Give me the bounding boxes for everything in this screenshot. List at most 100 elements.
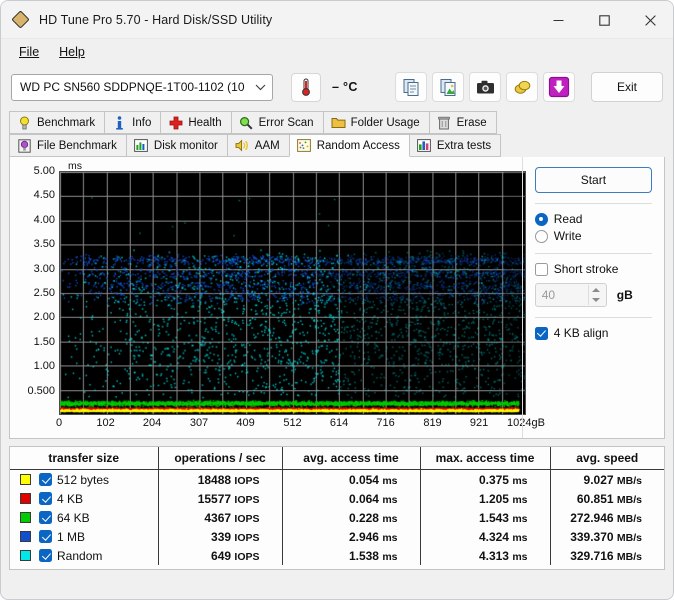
series-color-swatch xyxy=(20,493,31,504)
table-cell: 9.027 MB/s xyxy=(549,469,664,489)
download-arrow-icon[interactable] xyxy=(543,72,575,102)
table-cell: 272.946 MB/s xyxy=(549,508,664,527)
exit-button[interactable]: Exit xyxy=(591,72,663,102)
header-avg-speed: avg. speed xyxy=(549,447,664,470)
tab-row-1: Benchmark Info Health Error Scan Folder … xyxy=(9,111,665,134)
tab-file-benchmark[interactable]: File Benchmark xyxy=(9,134,127,157)
align-indicator xyxy=(534,326,548,340)
radio-read[interactable]: Read xyxy=(534,212,652,226)
radio-read-label: Read xyxy=(553,212,583,226)
tab-erase[interactable]: Erase xyxy=(428,111,497,134)
series-checkbox[interactable] xyxy=(39,473,52,486)
series-checkbox[interactable] xyxy=(39,511,52,524)
series-label: 1 MB xyxy=(57,529,86,544)
copy-text-icon[interactable] xyxy=(395,72,427,102)
tab-random-access-label: Random Access xyxy=(316,139,400,152)
close-icon[interactable] xyxy=(627,1,673,39)
drive-select[interactable]: WD PC SN560 SDDPNQE-1T00-1102 (10 xyxy=(11,73,273,101)
thermometer-icon[interactable] xyxy=(291,72,321,102)
table-cell: 0.054 ms xyxy=(281,469,420,489)
series-color-swatch xyxy=(20,550,31,561)
table-cell: 339 IOPS xyxy=(157,527,282,546)
tab-extra-tests[interactable]: Extra tests xyxy=(408,134,502,157)
series-label: Random xyxy=(57,548,103,563)
test-controls: Start Read Write Short stroke 40 gB 4 KB… xyxy=(521,157,664,438)
short-stroke-indicator xyxy=(534,262,548,276)
table-cell: 649 IOPS xyxy=(157,546,282,565)
trash-icon xyxy=(437,115,452,130)
y-tick-label: 5.00 xyxy=(33,165,55,177)
x-tick-label: 819 xyxy=(423,417,442,429)
coins-icon[interactable] xyxy=(506,72,538,102)
tab-erase-label: Erase xyxy=(456,116,487,129)
stepper-up-icon[interactable] xyxy=(592,288,601,292)
stepper-down-icon[interactable] xyxy=(592,298,601,302)
table-cell: 339.370 MB/s xyxy=(549,527,664,546)
drive-select-value: WD PC SN560 SDDPNQE-1T00-1102 (10 xyxy=(20,80,245,94)
series-checkbox[interactable] xyxy=(39,530,52,543)
lightbulb-icon xyxy=(17,115,32,130)
table-cell: 4.324 ms xyxy=(419,527,550,546)
tab-aam[interactable]: AAM xyxy=(226,134,290,157)
toolbar-buttons: Exit xyxy=(395,72,663,102)
table-cell: 4367 IOPS xyxy=(157,508,282,527)
series-color-swatch xyxy=(20,531,31,542)
tab-folder-usage[interactable]: Folder Usage xyxy=(322,111,430,134)
table-row: Random 649 IOPS 1.538 ms 4.313 ms 329.716 MB… xyxy=(10,546,664,565)
folder-icon xyxy=(331,115,346,130)
table-cell: 2.946 ms xyxy=(281,527,420,546)
screenshot-camera-icon[interactable] xyxy=(469,72,501,102)
maximize-icon[interactable] xyxy=(581,1,627,39)
checkbox-short-stroke[interactable]: Short stroke xyxy=(534,262,652,276)
table-header-row: transfer size operations / sec avg. acce… xyxy=(10,447,664,470)
short-stroke-value: 40 xyxy=(541,288,556,302)
align-label: 4 KB align xyxy=(553,326,609,340)
y-tick-label: 4.50 xyxy=(33,189,55,202)
temperature-group: – °C xyxy=(291,72,358,102)
minimize-icon[interactable] xyxy=(535,1,581,39)
x-tick-label: 512 xyxy=(283,417,302,429)
app-diamond-icon xyxy=(11,9,30,29)
series-label: 512 bytes xyxy=(57,472,110,487)
copy-image-icon[interactable] xyxy=(432,72,464,102)
tab-info[interactable]: Info xyxy=(104,111,162,134)
results-table-container: transfer size operations / sec avg. acce… xyxy=(9,446,665,570)
table-cell: 0.228 ms xyxy=(281,508,420,527)
series-checkbox[interactable] xyxy=(39,492,52,505)
y-tick-label: 1.00 xyxy=(33,360,55,373)
window-controls xyxy=(535,1,673,39)
radio-write-label: Write xyxy=(553,229,582,243)
tab-error-scan-label: Error Scan xyxy=(258,116,314,129)
menu-help[interactable]: Help xyxy=(50,43,94,61)
short-stroke-input[interactable]: 40 xyxy=(534,283,607,307)
radio-write-indicator xyxy=(534,229,548,243)
tab-disk-monitor[interactable]: Disk monitor xyxy=(125,134,228,157)
tab-error-scan[interactable]: Error Scan xyxy=(230,111,324,134)
radio-read-indicator xyxy=(534,212,548,226)
stepper-arrows[interactable] xyxy=(587,285,604,305)
tab-file-benchmark-label: File Benchmark xyxy=(37,139,117,152)
start-button[interactable]: Start xyxy=(534,167,652,193)
bar-chart-icon xyxy=(134,138,149,153)
table-row: 4 KB 15577 IOPS 0.064 ms 1.205 ms 60.851 MB/… xyxy=(10,489,664,508)
menu-help-label: Help xyxy=(59,45,85,59)
tab-random-access[interactable]: Random Access xyxy=(288,134,410,157)
header-operations: operations / sec xyxy=(157,447,282,470)
tab-benchmark[interactable]: Benchmark xyxy=(9,111,106,134)
header-avg-access: avg. access time xyxy=(281,447,420,470)
tab-health[interactable]: Health xyxy=(160,111,232,134)
tab-row-2: File Benchmark Disk monitor AAM Random A… xyxy=(9,134,665,157)
header-transfer-size: transfer size xyxy=(10,447,158,470)
x-tick-label: 614 xyxy=(329,417,349,429)
short-stroke-unit: gB xyxy=(616,288,633,302)
checkbox-4kb-align[interactable]: 4 KB align xyxy=(534,326,652,340)
menu-file[interactable]: File xyxy=(10,43,48,61)
radio-write[interactable]: Write xyxy=(534,229,652,243)
y-tick-label: 0.500 xyxy=(27,384,55,397)
scatter-icon xyxy=(297,138,312,153)
y-tick-label: 2.50 xyxy=(33,287,55,299)
tab-disk-monitor-label: Disk monitor xyxy=(153,139,218,152)
table-cell: 1.543 ms xyxy=(419,508,550,527)
window-title: HD Tune Pro 5.70 - Hard Disk/SSD Utility xyxy=(39,12,273,27)
series-checkbox[interactable] xyxy=(39,549,52,562)
